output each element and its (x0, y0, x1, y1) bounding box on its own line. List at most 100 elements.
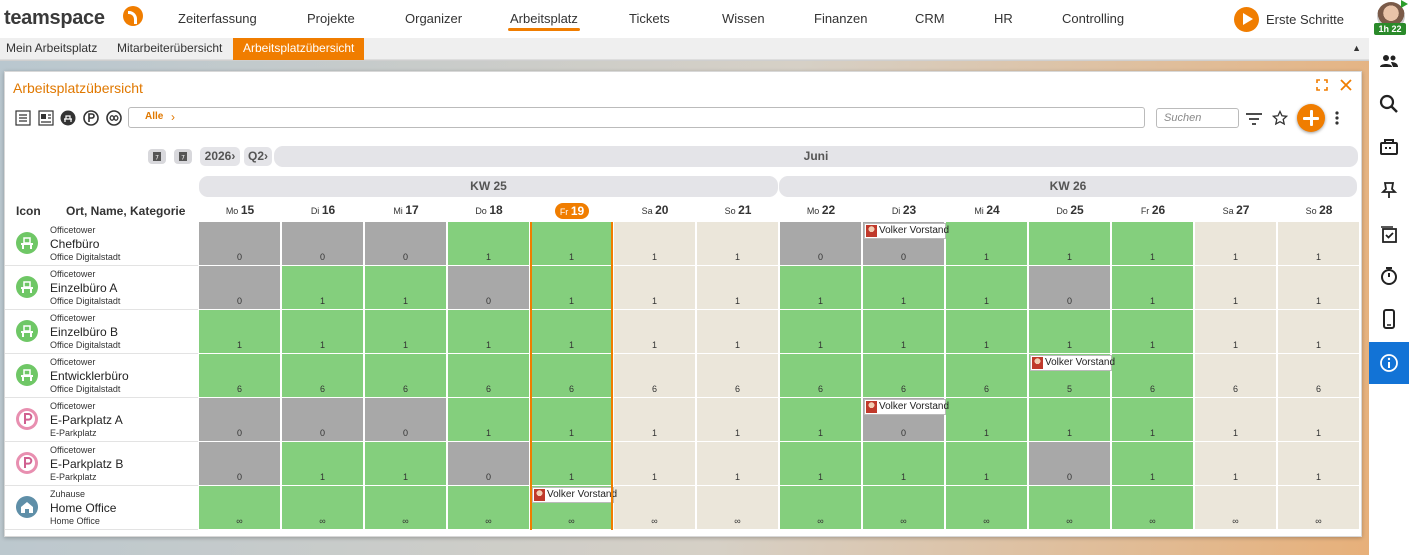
nav-hr[interactable]: HR (994, 11, 1013, 26)
add-button[interactable] (1297, 104, 1325, 132)
availability-cell[interactable]: 0 (199, 398, 281, 442)
availability-cell[interactable]: 1 (531, 222, 613, 266)
booking-chip[interactable]: Volker Vorstand (864, 399, 949, 415)
availability-cell[interactable]: 1 (1029, 398, 1111, 442)
checklist-icon[interactable] (1369, 214, 1409, 256)
availability-cell[interactable]: 6 (946, 354, 1028, 398)
availability-cell[interactable]: 1 (1278, 310, 1360, 354)
availability-cell[interactable]: ∞ (946, 486, 1028, 530)
availability-cell[interactable]: 6 (365, 354, 447, 398)
availability-cell[interactable]: 1 (531, 310, 613, 354)
unlimited-filter-icon[interactable] (106, 110, 122, 126)
availability-cell[interactable]: 1 (946, 310, 1028, 354)
search-input[interactable]: Suchen (1156, 108, 1239, 128)
availability-cell[interactable]: 0 (448, 442, 530, 486)
subtab-arbeitsplatzuebersicht[interactable]: Arbeitsplatzübersicht (233, 38, 365, 60)
availability-cell[interactable]: 1 (1195, 266, 1277, 310)
maximize-icon[interactable] (1315, 78, 1329, 92)
availability-cell[interactable]: 1 (1278, 222, 1360, 266)
availability-cell[interactable]: 1 (780, 398, 862, 442)
availability-cell[interactable]: 1 (863, 266, 945, 310)
availability-cell[interactable]: ∞ (448, 486, 530, 530)
nav-arbeitsplatz[interactable]: Arbeitsplatz (508, 11, 580, 31)
availability-cell[interactable]: 1 (946, 266, 1028, 310)
calendar-today-icon[interactable]: 7 (174, 149, 192, 164)
availability-cell[interactable]: 6 (697, 354, 779, 398)
nav-wissen[interactable]: Wissen (722, 11, 765, 26)
availability-cell[interactable]: 1 (1195, 222, 1277, 266)
list-view-icon[interactable] (15, 110, 31, 126)
availability-cell[interactable]: 1 (365, 442, 447, 486)
year-selector[interactable]: 2026› (200, 147, 240, 166)
availability-cell[interactable]: 1 (448, 398, 530, 442)
availability-cell[interactable]: 0 (199, 442, 281, 486)
availability-cell[interactable]: ∞ (365, 486, 447, 530)
availability-cell[interactable]: 6 (199, 354, 281, 398)
availability-cell[interactable]: ∞ (1195, 486, 1277, 530)
availability-cell[interactable]: 6 (863, 354, 945, 398)
availability-cell[interactable]: ∞ (1112, 486, 1194, 530)
availability-cell[interactable]: 6 (531, 354, 613, 398)
availability-cell[interactable]: ∞ (780, 486, 862, 530)
availability-cell[interactable]: 1 (863, 442, 945, 486)
app-logo[interactable]: teamspace (4, 7, 105, 30)
availability-cell[interactable]: 1 (531, 398, 613, 442)
availability-cell[interactable]: 0 (1029, 442, 1111, 486)
availability-cell[interactable]: ∞ (697, 486, 779, 530)
availability-cell[interactable]: 1 (697, 310, 779, 354)
filter-bar[interactable]: Alle › (128, 107, 1145, 128)
search-icon[interactable] (1369, 83, 1409, 125)
availability-cell[interactable]: 1 (282, 310, 364, 354)
availability-cell[interactable]: 0 (199, 266, 281, 310)
availability-cell[interactable]: 1 (614, 266, 696, 310)
availability-cell[interactable]: 1 (614, 398, 696, 442)
availability-cell[interactable]: 1 (697, 222, 779, 266)
availability-cell[interactable]: ∞ (199, 486, 281, 530)
sort-icon[interactable] (1245, 111, 1262, 127)
workplace-row-label[interactable]: Officetower E-Parkplatz B E-Parkplatz (5, 442, 198, 486)
availability-cell[interactable]: 1 (1195, 398, 1277, 442)
availability-cell[interactable]: 1 (614, 442, 696, 486)
nav-controlling[interactable]: Controlling (1062, 11, 1124, 26)
timer-badge[interactable]: 1h 22 (1374, 23, 1406, 35)
availability-cell[interactable]: 1 (697, 442, 779, 486)
workplace-row-label[interactable]: Officetower Einzelbüro A Office Digitalsta… (5, 266, 198, 310)
filter-chevron-icon[interactable]: › (171, 110, 175, 124)
availability-cell[interactable]: 0 (282, 222, 364, 266)
availability-cell[interactable]: 1 (946, 398, 1028, 442)
availability-cell[interactable]: 6 (1278, 354, 1360, 398)
availability-cell[interactable]: 1 (697, 266, 779, 310)
availability-cell[interactable]: 1 (1029, 310, 1111, 354)
availability-cell[interactable]: 1 (614, 310, 696, 354)
info-icon[interactable] (1369, 342, 1409, 384)
availability-cell[interactable]: 1 (1195, 310, 1277, 354)
availability-cell[interactable]: 1 (946, 442, 1028, 486)
availability-cell[interactable]: 6 (1112, 354, 1194, 398)
availability-cell[interactable]: 0 (365, 222, 447, 266)
availability-cell[interactable]: 0 (199, 222, 281, 266)
calendar-prev-icon[interactable]: 7 (148, 149, 166, 164)
pin-icon[interactable] (1369, 169, 1409, 211)
availability-cell[interactable]: 1 (1112, 266, 1194, 310)
nav-crm[interactable]: CRM (915, 11, 945, 26)
availability-cell[interactable]: 1 (780, 310, 862, 354)
availability-cell[interactable]: ∞ (1278, 486, 1360, 530)
parking-filter-icon[interactable] (83, 110, 99, 126)
availability-cell[interactable]: 1 (1278, 266, 1360, 310)
availability-cell[interactable]: 0 (448, 266, 530, 310)
availability-cell[interactable]: ∞ (1029, 486, 1111, 530)
mobile-icon[interactable] (1369, 298, 1409, 340)
availability-cell[interactable]: 6 (282, 354, 364, 398)
card-view-icon[interactable] (38, 110, 54, 126)
subtab-mitarbeiteruebersicht[interactable]: Mitarbeiterübersicht (111, 38, 228, 60)
collapse-icon[interactable]: ▲ (1352, 43, 1361, 53)
availability-cell[interactable]: ∞ (614, 486, 696, 530)
quarter-selector[interactable]: Q2› (244, 147, 272, 166)
stopwatch-icon[interactable] (1369, 255, 1409, 297)
availability-cell[interactable]: 1 (1029, 222, 1111, 266)
availability-cell[interactable]: 1 (863, 310, 945, 354)
availability-cell[interactable]: 1 (1112, 442, 1194, 486)
availability-cell[interactable]: 6 (448, 354, 530, 398)
nav-zeiterfassung[interactable]: Zeiterfassung (178, 11, 257, 26)
availability-cell[interactable]: 1 (1112, 222, 1194, 266)
